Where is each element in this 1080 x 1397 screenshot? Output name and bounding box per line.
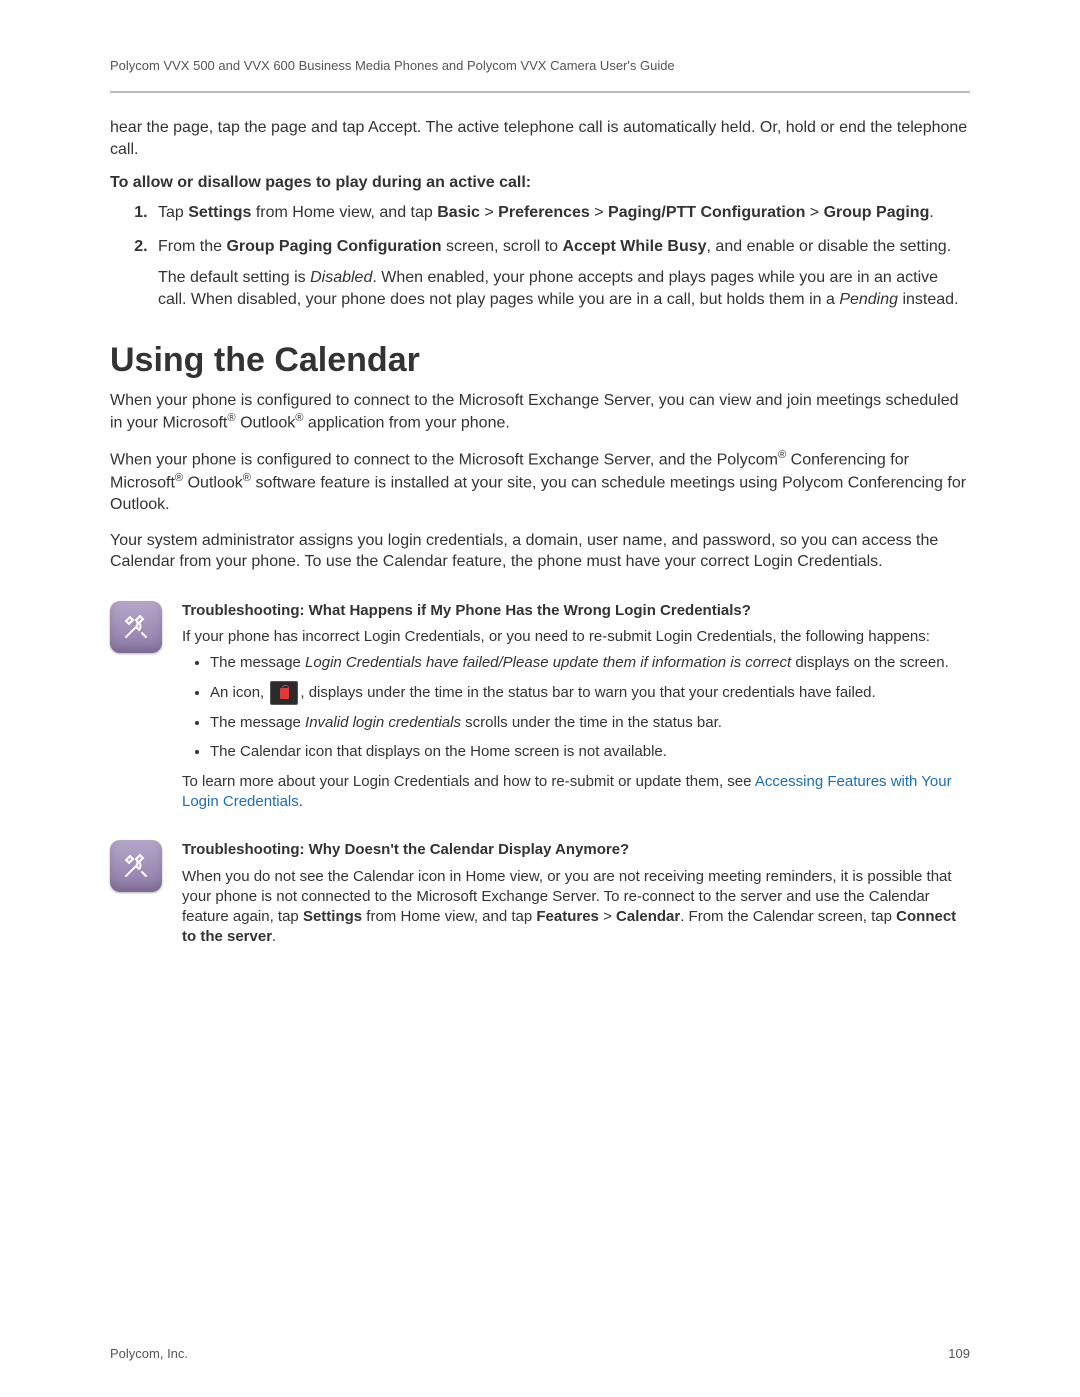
tools-icon [110, 840, 162, 892]
callout1-item-4: The Calendar icon that displays on the H… [210, 742, 970, 762]
step-2-note: The default setting is Disabled. When en… [158, 267, 970, 310]
troubleshooting-callout-1: Troubleshooting: What Happens if My Phon… [110, 601, 970, 813]
running-header: Polycom VVX 500 and VVX 600 Business Med… [110, 58, 970, 73]
callout2-title: Troubleshooting: Why Doesn't the Calenda… [182, 840, 970, 860]
tools-icon [110, 601, 162, 653]
troubleshoot-icon-wrap-2 [110, 840, 168, 892]
calendar-para-1: When your phone is configured to connect… [110, 390, 970, 435]
lock-warning-icon [270, 681, 298, 705]
footer-company: Polycom, Inc. [110, 1346, 188, 1361]
calendar-para-2: When your phone is configured to connect… [110, 448, 970, 515]
page-footer: Polycom, Inc. 109 [110, 1346, 970, 1361]
procedure-lead: To allow or disallow pages to play durin… [110, 174, 970, 192]
section-heading: Using the Calendar [110, 341, 970, 380]
callout2-body: When you do not see the Calendar icon in… [182, 867, 970, 948]
callout1-item-2: An icon, , displays under the time in th… [210, 681, 970, 705]
step-1: Tap Settings from Home view, and tap Bas… [152, 202, 970, 224]
calendar-para-3: Your system administrator assigns you lo… [110, 530, 970, 573]
footer-page-number: 109 [948, 1346, 970, 1361]
callout1-outro: To learn more about your Login Credentia… [182, 772, 970, 813]
callout1-item-3: The message Invalid login credentials sc… [210, 713, 970, 733]
intro-paragraph: hear the page, tap the page and tap Acce… [110, 117, 970, 160]
step-2: From the Group Paging Configuration scre… [152, 236, 970, 311]
callout1-title: Troubleshooting: What Happens if My Phon… [182, 601, 970, 621]
procedure-steps: Tap Settings from Home view, and tap Bas… [110, 202, 970, 310]
callout1-list: The message Login Credentials have faile… [182, 653, 970, 762]
troubleshoot-icon-wrap [110, 601, 168, 653]
callout1-intro: If your phone has incorrect Login Creden… [182, 627, 970, 647]
troubleshooting-callout-2: Troubleshooting: Why Doesn't the Calenda… [110, 840, 970, 947]
callout1-item-1: The message Login Credentials have faile… [210, 653, 970, 673]
header-rule [110, 91, 970, 93]
